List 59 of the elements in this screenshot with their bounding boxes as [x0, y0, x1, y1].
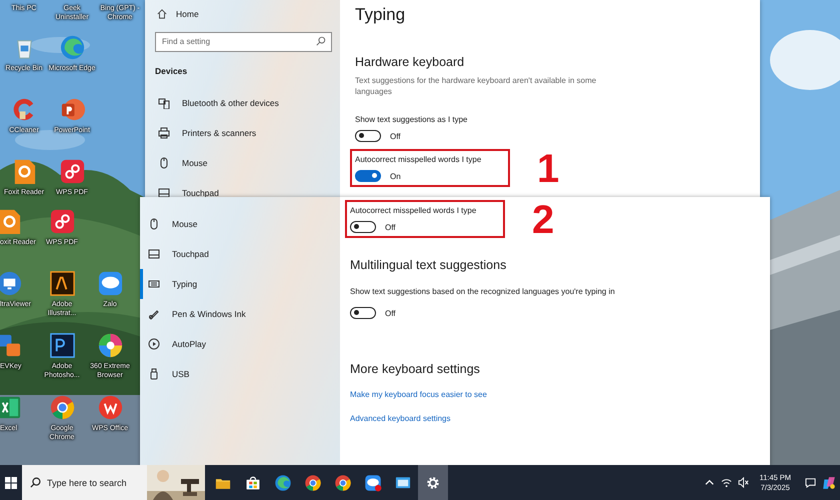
toggle-switch[interactable] [350, 307, 376, 319]
nav-item[interactable]: Touchpad [140, 239, 340, 269]
toggle-switch[interactable] [355, 170, 381, 182]
network-icon[interactable] [721, 477, 732, 488]
swirl-icon [274, 474, 292, 492]
windows-icon[interactable] [5, 476, 17, 488]
nav-item[interactable]: Touchpad [153, 178, 340, 197]
callout-number: 2 [532, 200, 554, 240]
devices-icon [158, 96, 170, 108]
pen-icon [148, 308, 160, 320]
nav-item[interactable]: Pen & Windows Ink [140, 299, 340, 329]
group-heading: Devices [155, 66, 188, 76]
section-heading: Hardware keyboard [355, 55, 466, 69]
search-field[interactable]: Find a setting [155, 32, 332, 52]
toggle-switch[interactable] [350, 221, 376, 233]
mouse-icon [148, 218, 160, 230]
setting-label: Show text suggestions as I type [355, 115, 469, 124]
nav-item[interactable]: Printers & scanners [153, 118, 340, 148]
play-icon [148, 338, 160, 350]
section-heading: More keyboard settings [350, 362, 481, 376]
callout-number: 1 [537, 149, 560, 189]
nav-item[interactable]: Mouse [153, 148, 340, 178]
nav-item[interactable]: AutoPlay [140, 329, 340, 359]
toggle-state: Off [390, 132, 401, 140]
toggle-switch[interactable] [355, 130, 381, 142]
search-field[interactable]: Type here to search [47, 478, 147, 488]
nav-item[interactable]: Bluetooth & other devices [153, 88, 340, 118]
nav-item[interactable]: Mouse [140, 209, 340, 239]
browser-icon [334, 474, 352, 492]
nav-item[interactable]: USB [140, 359, 340, 389]
settings-link[interactable]: Advanced keyboard settings [350, 414, 770, 423]
setting-label: Autocorrect misspelled words I type [350, 206, 478, 215]
printer-icon [158, 126, 170, 138]
section-description: Show text suggestions based on the recognized languages you're typing in [350, 286, 616, 297]
taskbar-app[interactable] [418, 465, 448, 500]
nav-item[interactable]: Typing [140, 269, 340, 299]
search-icon[interactable] [316, 36, 326, 46]
swirl-icon[interactable] [822, 476, 836, 490]
setting-label: Autocorrect misspelled words I type [355, 155, 482, 164]
home-link[interactable]: Home [153, 7, 340, 21]
usb-icon [148, 368, 160, 380]
mouse-icon [158, 156, 170, 168]
section-heading: Multilingual text suggestions [350, 258, 508, 272]
chat-bubble-icon [364, 474, 382, 492]
settings-link[interactable]: Make my keyboard focus easier to see [350, 390, 770, 399]
touchpad-icon [158, 186, 170, 197]
touchpad-icon [148, 248, 160, 260]
home-icon [157, 9, 167, 19]
toggle-state: On [390, 172, 401, 180]
toggle-state: Off [385, 222, 396, 232]
toggle-state: Off [385, 308, 396, 318]
notification-icon[interactable] [805, 477, 816, 488]
browser-icon [304, 474, 322, 492]
shopping-bag-icon [244, 474, 262, 492]
section-description: Text suggestions for the hardware keyboard aren't available in some languages [355, 75, 598, 97]
search-icon [30, 477, 41, 488]
keyboard-icon [148, 278, 160, 290]
muted-speaker-icon[interactable] [738, 477, 750, 488]
page-title: Typing [355, 5, 406, 25]
